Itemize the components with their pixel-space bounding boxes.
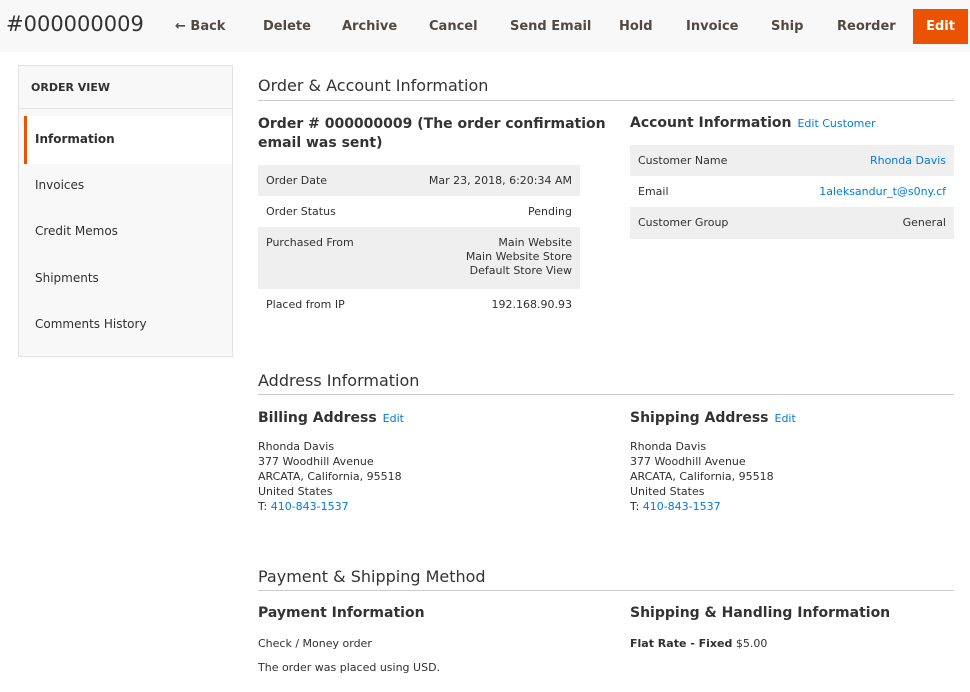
currency-note: The order was placed using USD.	[258, 661, 441, 674]
shipping-method: Flat Rate - Fixed $5.00	[630, 637, 767, 650]
customer-name-label: Customer Name	[638, 154, 728, 167]
table-row: Order Date Mar 23, 2018, 6:20:34 AM	[258, 165, 580, 196]
back-button[interactable]: ← Back	[175, 0, 225, 52]
reorder-button[interactable]: Reorder	[837, 0, 896, 52]
address-line: 377 Woodhill Avenue	[630, 455, 746, 468]
archive-button[interactable]: Archive	[342, 0, 397, 52]
send-email-button[interactable]: Send Email	[510, 0, 591, 52]
address-line: United States	[630, 485, 705, 498]
shipping-address-heading-text: Shipping Address	[630, 410, 769, 426]
sidebar-item-invoices[interactable]: Invoices	[35, 178, 84, 192]
account-info-table: Customer Name Rhonda Davis Email 1aleksa…	[630, 145, 954, 239]
purchased-from-label: Purchased From	[266, 236, 354, 249]
section-divider	[258, 394, 954, 395]
address-line: ARCATA, California, 95518	[630, 470, 774, 483]
table-row: Email 1aleksandur_t@s0ny.cf	[630, 176, 954, 207]
account-heading-text: Account Information	[630, 115, 792, 131]
cancel-button[interactable]: Cancel	[429, 0, 478, 52]
phone-prefix: T:	[258, 500, 271, 513]
order-heading-line1: Order # 000000009 (The order confirmatio…	[258, 116, 606, 132]
purchased-from-line: Main Website Store	[465, 250, 572, 263]
customer-group-value: General	[902, 216, 946, 229]
table-row: Customer Name Rhonda Davis	[630, 145, 954, 176]
table-row: Purchased From Main Website Main Website…	[258, 227, 580, 289]
payment-method: Check / Money order	[258, 637, 372, 650]
table-row: Customer Group General	[630, 207, 954, 239]
section-title-address: Address Information	[258, 371, 420, 390]
edit-button[interactable]: Edit	[913, 9, 968, 44]
table-row: Placed from IP 192.168.90.93	[258, 289, 580, 320]
sidebar-divider	[19, 108, 232, 109]
address-line: Rhonda Davis	[630, 440, 707, 453]
hold-button[interactable]: Hold	[619, 0, 653, 52]
ship-button[interactable]: Ship	[771, 0, 803, 52]
order-date-label: Order Date	[266, 174, 328, 187]
shipping-method-name: Flat Rate - Fixed	[630, 637, 733, 650]
section-title-order-account: Order & Account Information	[258, 76, 489, 95]
address-line: 377 Woodhill Avenue	[258, 455, 374, 468]
shipping-address-block: Rhonda Davis 377 Woodhill Avenue ARCATA,…	[630, 439, 774, 514]
purchased-from-value: Main Website Main Website Store Default …	[466, 236, 572, 278]
order-date-value: Mar 23, 2018, 6:20:34 AM	[428, 174, 572, 187]
section-divider	[258, 100, 954, 101]
order-status-value: Pending	[528, 205, 572, 218]
billing-address-block: Rhonda Davis 377 Woodhill Avenue ARCATA,…	[258, 439, 402, 514]
invoice-button[interactable]: Invoice	[686, 0, 738, 52]
delete-button[interactable]: Delete	[263, 0, 311, 52]
address-phone: T: 410-843-1537	[630, 499, 774, 514]
order-status-label: Order Status	[266, 205, 336, 218]
order-info-table: Order Date Mar 23, 2018, 6:20:34 AM Orde…	[258, 165, 580, 320]
placed-from-ip-label: Placed from IP	[266, 298, 345, 311]
sidebar-item-shipments[interactable]: Shipments	[35, 271, 99, 285]
table-row: Order Status Pending	[258, 196, 580, 227]
email-label: Email	[638, 185, 669, 198]
shipping-phone-link[interactable]: 410-843-1537	[643, 500, 721, 513]
order-heading-line2: email was sent)	[258, 135, 383, 151]
address-line: ARCATA, California, 95518	[258, 470, 402, 483]
page-title: #000000009	[6, 12, 144, 36]
purchased-from-line: Main Website	[498, 236, 572, 249]
payment-info-heading: Payment Information	[258, 605, 425, 621]
edit-shipping-address-link[interactable]: Edit	[775, 412, 796, 425]
shipping-handling-heading: Shipping & Handling Information	[630, 605, 891, 621]
placed-from-ip-value: 192.168.90.93	[491, 298, 572, 311]
account-heading: Account Information Edit Customer	[630, 115, 876, 131]
customer-group-label: Customer Group	[638, 216, 729, 229]
address-phone: T: 410-843-1537	[258, 499, 402, 514]
address-line: United States	[258, 485, 333, 498]
sidebar-item-information[interactable]: Information	[35, 132, 115, 146]
sidebar-item-credit-memos[interactable]: Credit Memos	[35, 224, 118, 238]
address-line: Rhonda Davis	[258, 440, 335, 453]
email-link[interactable]: 1aleksandur_t@s0ny.cf	[819, 185, 946, 199]
edit-billing-address-link[interactable]: Edit	[383, 412, 404, 425]
section-title-payment-shipping: Payment & Shipping Method	[258, 567, 486, 586]
billing-address-heading-text: Billing Address	[258, 410, 377, 426]
order-heading: Order # 000000009 (The order confirmatio…	[258, 115, 606, 153]
shipping-address-heading: Shipping Address Edit	[630, 410, 796, 426]
phone-prefix: T:	[630, 500, 643, 513]
billing-phone-link[interactable]: 410-843-1537	[271, 500, 349, 513]
purchased-from-line: Default Store View	[469, 264, 572, 277]
customer-name-link[interactable]: Rhonda Davis	[870, 154, 946, 168]
sidebar-item-comments-history[interactable]: Comments History	[35, 317, 147, 331]
shipping-price: $5.00	[735, 637, 768, 650]
edit-customer-link[interactable]: Edit Customer	[797, 117, 875, 130]
billing-address-heading: Billing Address Edit	[258, 410, 404, 426]
order-view-sidebar: ORDER VIEW Information Invoices Credit M…	[18, 65, 233, 357]
section-divider	[258, 590, 954, 591]
page-actions-bar: #000000009 ← Back Delete Archive Cancel …	[0, 0, 970, 52]
sidebar-title: ORDER VIEW	[31, 81, 111, 94]
